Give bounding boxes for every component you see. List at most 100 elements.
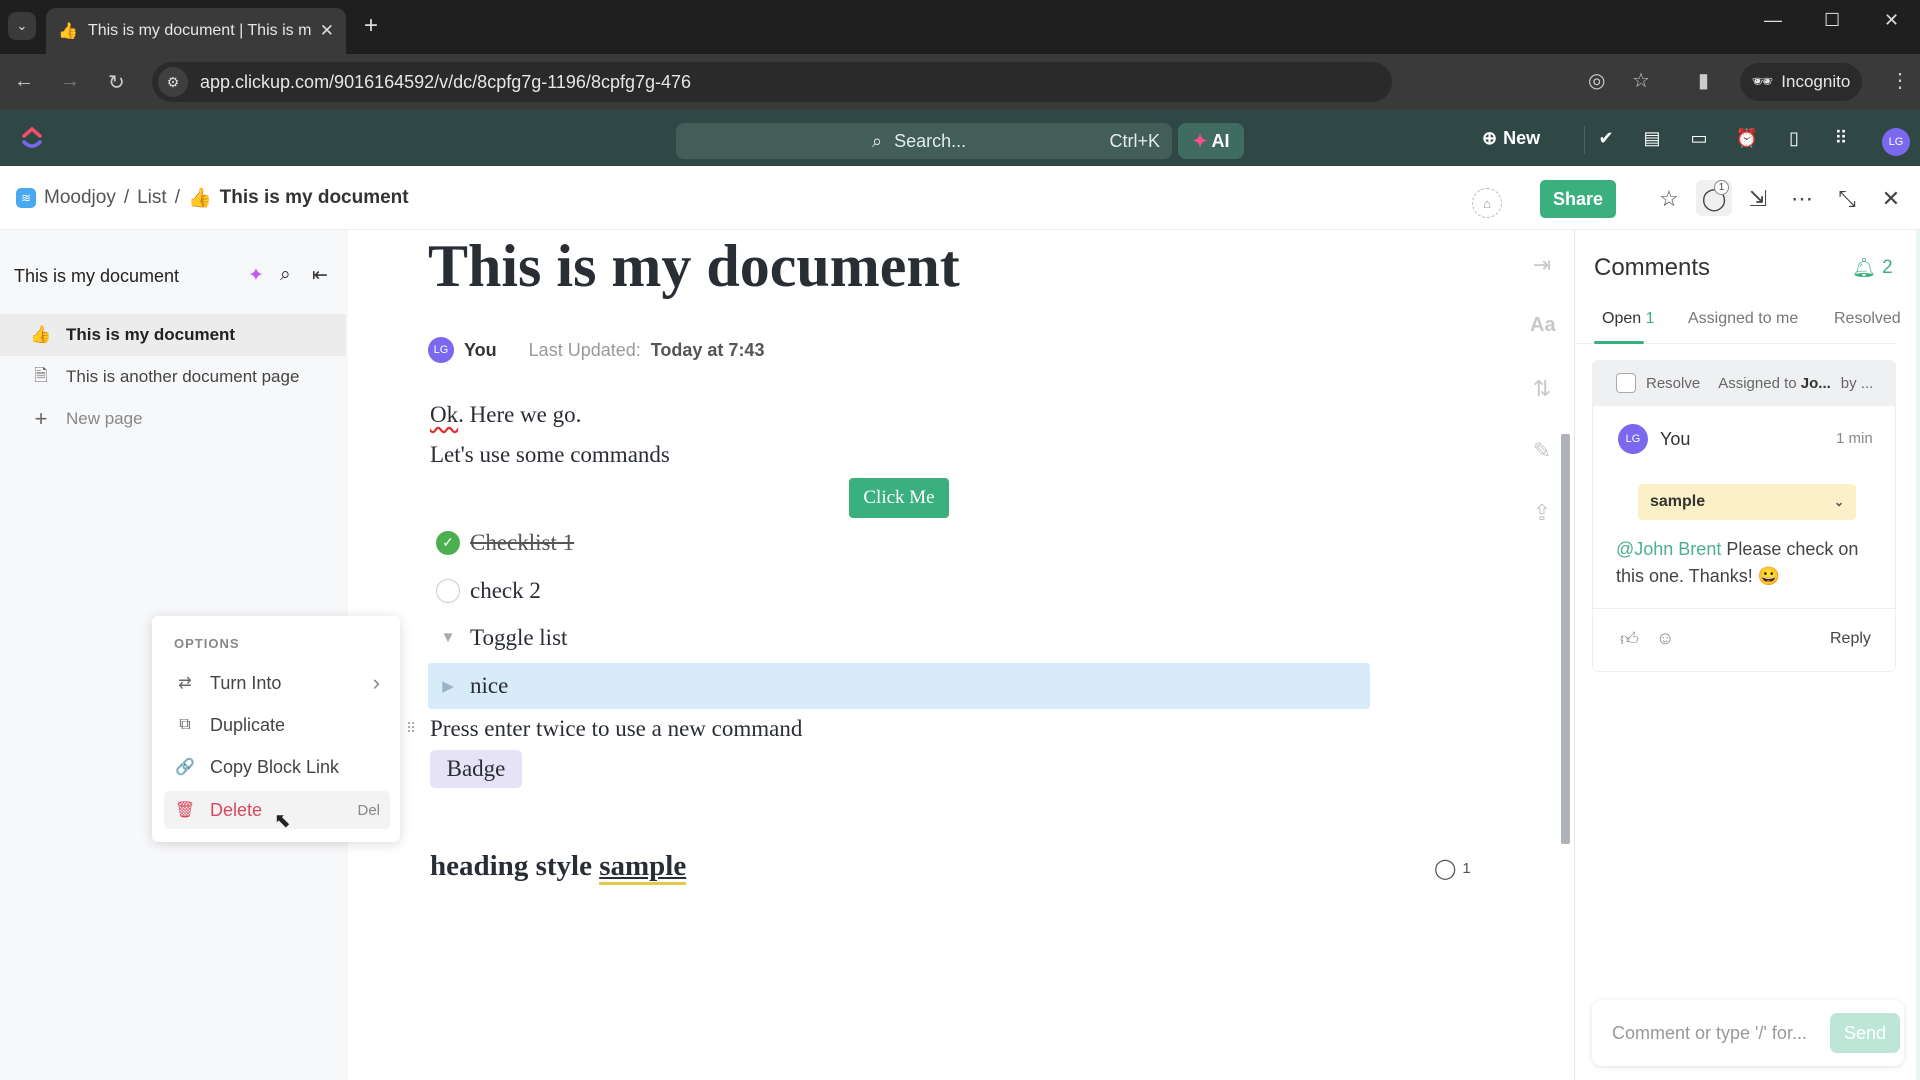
sparkle-icon[interactable]: ✦ [248,264,264,287]
side-panel-icon[interactable]: ▮ [1698,68,1709,93]
last-updated-label: Last Updated: [528,339,641,360]
typography-icon[interactable]: Aa [1530,314,1556,337]
tag-icon[interactable]: ⌂ [1472,188,1502,218]
last-updated-value: Today at 7:43 [650,339,765,360]
notifications-button[interactable]: 🔔︎ 2 [1852,256,1893,280]
minimize-icon[interactable]: — [1764,10,1782,31]
browser-menu-icon[interactable]: ⋮ [1890,68,1910,93]
collapse-icon[interactable]: ⤡ [1832,186,1862,212]
menu-item-turn-into[interactable]: ⇄ Turn Into › [164,664,390,702]
comment-time: 1 min [1836,430,1873,447]
user-avatar[interactable]: LG [1882,128,1910,156]
maximize-icon[interactable]: ☐ [1824,10,1840,31]
page-title[interactable]: This is my document [428,232,960,301]
search-input[interactable]: ⌕ Search... Ctrl+K [676,123,1172,159]
breadcrumb-list[interactable]: List [137,187,167,209]
star-icon[interactable]: ☆ [1632,68,1650,93]
unchecked-icon[interactable] [436,579,460,603]
sidebar-item-another-document[interactable]: 🗎 This is another document page [0,356,346,398]
menu-item-copy-block-link[interactable]: 🔗 Copy Block Link [164,748,390,786]
checklist-label[interactable]: Checklist 1 [470,530,574,556]
menu-item-label: Delete [210,799,263,820]
more-icon[interactable]: ⋯ [1787,186,1817,212]
back-icon[interactable]: ← [14,70,34,93]
duplicate-icon: ⧉ [179,716,191,733]
star-icon[interactable]: ☆ [1654,186,1684,212]
mention-link[interactable]: @John Brent [1616,539,1721,559]
send-button[interactable]: Send [1830,1013,1900,1053]
apps-grid-icon[interactable]: ⠿ [1829,128,1853,149]
doc-icon[interactable]: ▯ [1782,128,1806,149]
url-input[interactable]: app.clickup.com/9016164592/v/dc/8cpfg7g-… [152,62,1392,102]
search-icon[interactable]: ⌕ [280,264,291,286]
reload-icon[interactable]: ↻ [108,70,125,95]
quoted-text-dropdown[interactable]: sample ⌄ [1638,484,1856,520]
triangle-down-icon[interactable]: ▼ [436,630,460,647]
sidebar-title: This is my document [14,266,180,286]
chevron-down-icon: ⌄ [16,18,28,33]
add-reaction-icon[interactable]: ☺ [1656,628,1674,649]
menu-header: OPTIONS [174,636,240,651]
inline-comment-indicator[interactable]: ◯ 1 [1434,856,1471,881]
close-tab-icon[interactable]: ✕ [320,21,334,41]
breadcrumb-space[interactable]: Moodjoy [44,187,116,209]
browser-tab[interactable]: 👍 This is my document | This is m ✕ [46,8,346,54]
clickup-logo[interactable] [20,126,44,150]
commented-text[interactable]: sample [599,850,687,885]
expand-right-icon[interactable]: ⇥ [1530,252,1554,278]
paragraph[interactable]: Press enter twice to use a new command [430,716,802,742]
tab-list-button[interactable]: ⌄ [8,12,36,40]
toggle-label[interactable]: Toggle list [470,625,567,651]
check-circle-icon[interactable]: ✔ [1594,128,1618,149]
menu-item-duplicate[interactable]: ⧉ Duplicate [164,706,390,744]
nested-toggle-selected[interactable]: ▶ nice [428,663,1370,709]
paragraph[interactable]: Let's use some commands [430,442,670,468]
misspelled-word: Ok [430,402,459,427]
trash-icon: 🗑 [174,802,196,819]
resolve-checkbox[interactable] [1616,373,1636,393]
new-tab-button[interactable]: + [364,12,378,40]
comment-placeholder: Comment or type '/' for... [1612,1022,1807,1043]
close-icon[interactable]: ✕ [1876,186,1906,212]
checked-icon[interactable]: ✓ [436,531,460,555]
notepad-icon[interactable]: ▤ [1640,128,1664,149]
reply-button[interactable]: Reply [1830,630,1871,648]
new-button[interactable]: ⊕ New [1482,128,1540,149]
resolve-label[interactable]: Resolve [1646,375,1700,392]
triangle-right-icon[interactable]: ▶ [436,677,460,696]
eye-off-icon[interactable]: ◎ [1588,68,1605,93]
sidebar-item-label: New page [66,409,143,428]
breadcrumb-current[interactable]: This is my document [220,187,409,209]
incognito-badge[interactable]: 🕶 Incognito [1740,63,1862,101]
heading[interactable]: heading style sample [430,850,687,885]
thumbs-up-icon[interactable]: 👍︎ [1620,628,1639,650]
scrollbar-thumb[interactable] [1561,434,1570,844]
checklist-label[interactable]: check 2 [470,578,541,604]
ai-button[interactable]: ✦ AI [1178,123,1244,159]
active-tab-indicator [1594,341,1644,344]
collapse-sidebar-icon[interactable]: ⇤ [312,264,328,287]
download-icon[interactable]: ⇲ [1743,186,1773,212]
tab-resolved[interactable]: Resolved [1834,310,1901,328]
notification-count: 2 [1882,257,1893,278]
arrows-icon[interactable]: ⇅ [1530,376,1554,402]
assigned-by: by ... [1840,374,1874,392]
click-me-button[interactable]: Click Me [849,478,949,518]
drag-handle-icon[interactable]: ⠿ [406,720,416,737]
export-icon[interactable]: ⇪ [1530,500,1554,526]
badge[interactable]: Badge [430,750,522,788]
sidebar-item-new-page[interactable]: + New page [0,398,346,440]
video-icon[interactable]: ▭ [1687,128,1711,149]
sidebar-item-this-is-my-document[interactable]: 👍 This is my document [0,314,346,356]
paragraph[interactable]: Ok. Here we go. [430,402,581,428]
alarm-icon[interactable]: ⏰ [1735,128,1759,149]
share-button[interactable]: Share [1540,180,1616,218]
site-info-icon[interactable]: ⚙ [158,67,188,97]
tab-assigned-to-me[interactable]: Assigned to me [1688,310,1798,328]
tab-open[interactable]: Open 1 [1602,310,1655,328]
magic-wand-icon[interactable]: ✎ [1530,438,1554,464]
forward-icon[interactable]: → [60,70,80,93]
quoted-text: sample [1650,493,1706,510]
sidebar-item-label: This is my document [66,325,236,344]
close-window-icon[interactable]: ✕ [1884,10,1899,31]
